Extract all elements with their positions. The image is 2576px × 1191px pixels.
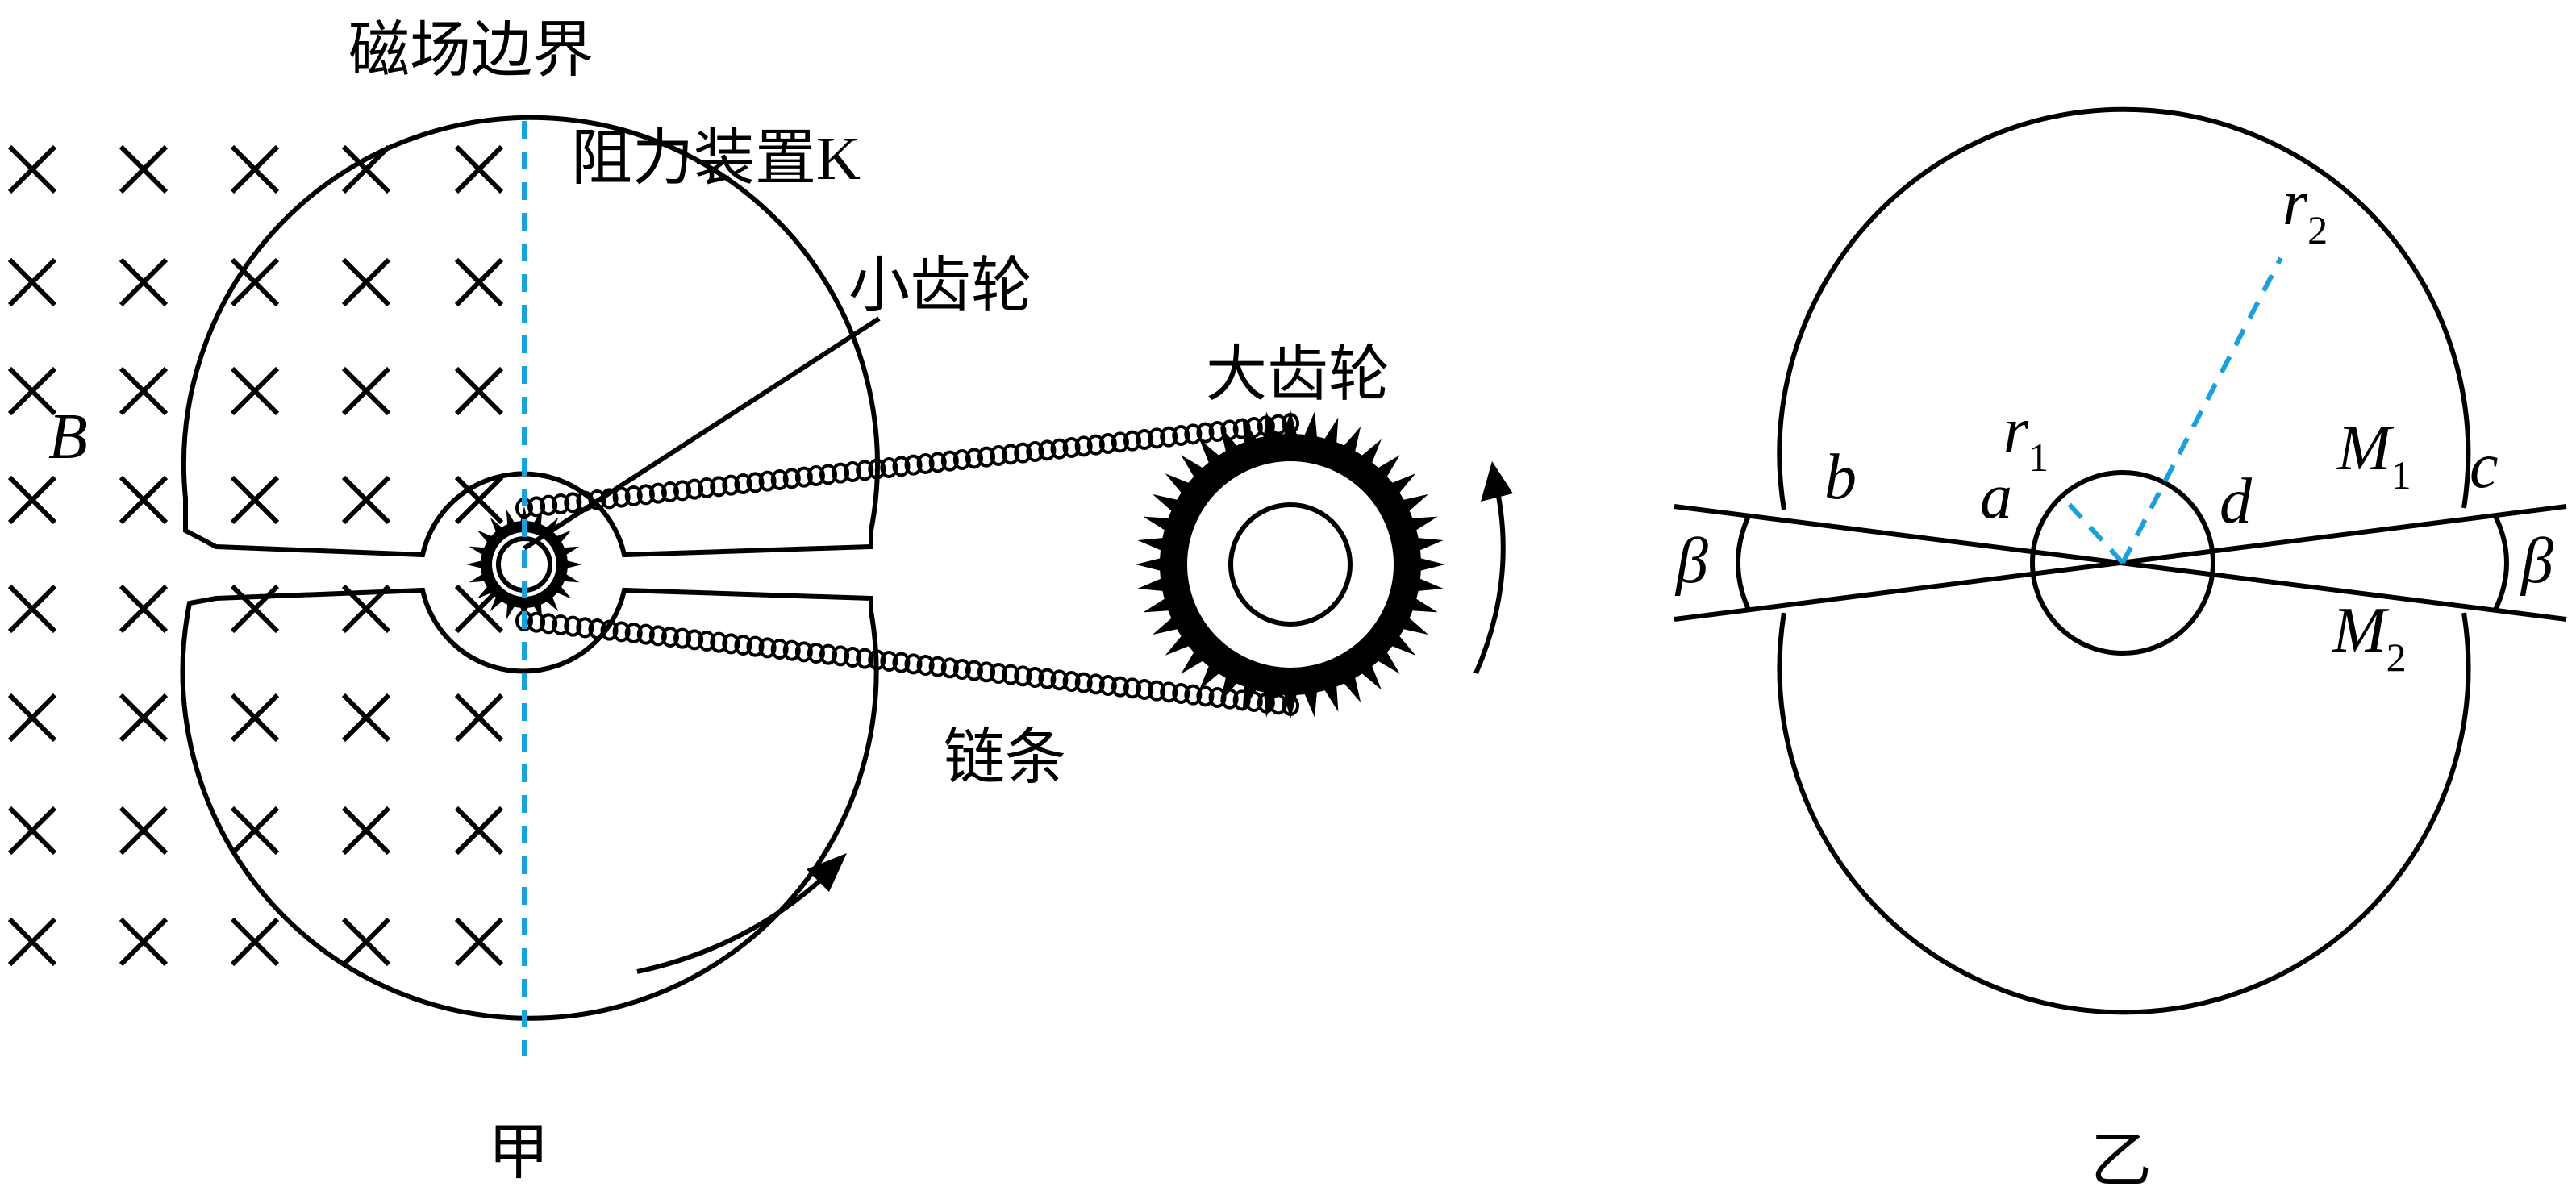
field-cross-icon: [230, 917, 280, 967]
field-label-B: B: [48, 402, 88, 473]
rotation-arrow-gear-icon: [1473, 461, 1513, 675]
field-cross-icon: [341, 475, 391, 525]
label-M1: M1: [2336, 413, 2411, 498]
figure-right: b a d c r1 r2 M1 M2 β β 乙: [1674, 106, 2567, 1191]
figure-right-caption: 乙: [2090, 1124, 2152, 1191]
field-cross-icon: [341, 806, 391, 856]
gear-tooth: [1417, 557, 1445, 572]
field-cross-icon: [454, 257, 504, 307]
label-c: c: [2470, 431, 2499, 502]
field-cross-icon: [230, 366, 280, 416]
field-cross-icon: [119, 693, 169, 743]
field-cross-icon: [7, 917, 57, 967]
field-cross-icon: [7, 806, 57, 856]
gear-tooth: [1136, 557, 1164, 572]
field-cross-icon: [454, 806, 504, 856]
magnetic-field-crosses: [7, 144, 504, 967]
field-cross-icon: [7, 257, 57, 307]
field-cross-icon: [7, 475, 57, 525]
field-cross-icon: [119, 806, 169, 856]
big-gear: [1136, 410, 1445, 719]
field-cross-icon: [454, 144, 504, 194]
field-cross-icon: [230, 257, 280, 307]
field-cross-icon: [454, 693, 504, 743]
disc-lower-arc: [1777, 612, 2471, 1015]
label-M2: M2: [2332, 595, 2407, 680]
small-gear-pointer: [523, 316, 881, 551]
figure-left-caption: 甲: [488, 1116, 549, 1188]
big-gear-face: [1187, 461, 1394, 668]
field-cross-icon: [230, 475, 280, 525]
label-b: b: [1824, 442, 1857, 513]
field-cross-icon: [119, 144, 169, 194]
label-beta-right: β: [2520, 526, 2553, 597]
field-cross-icon: [454, 366, 504, 416]
field-cross-icon: [119, 475, 169, 525]
chain-label: 链条: [944, 721, 1066, 793]
field-cross-icon: [454, 917, 504, 967]
label-beta-left: β: [1674, 526, 1708, 597]
angle-arc-right: [2493, 514, 2509, 611]
radius-r1-line: [2059, 493, 2125, 565]
field-cross-icon: [341, 693, 391, 743]
label-r2: r2: [2282, 168, 2328, 252]
field-cross-icon: [119, 366, 169, 416]
field-cross-icon: [230, 806, 280, 856]
field-cross-icon: [7, 693, 57, 743]
physics-diagram: 磁场边界 阻力装置K 小齿轮 大齿轮 链条 B 甲 b a d c r1 r2 …: [7, 14, 2567, 1191]
device-label: 阻力装置K: [571, 122, 861, 194]
field-cross-icon: [341, 257, 391, 307]
rotation-arrow-wheel-icon: [636, 853, 847, 974]
field-cross-icon: [119, 584, 169, 634]
field-cross-icon: [7, 584, 57, 634]
field-cross-icon: [341, 917, 391, 967]
big-gear-label: 大齿轮: [1206, 338, 1390, 410]
angle-arc-left: [1736, 514, 1751, 611]
small-gear-label: 小齿轮: [848, 249, 1032, 321]
label-d: d: [2220, 466, 2253, 537]
field-cross-icon: [230, 584, 280, 634]
field-cross-icon: [341, 366, 391, 416]
field-cross-icon: [119, 917, 169, 967]
field-cross-icon: [119, 257, 169, 307]
boundary-label: 磁场边界: [348, 14, 594, 85]
field-cross-icon: [230, 693, 280, 743]
field-cross-icon: [230, 144, 280, 194]
label-a: a: [1980, 461, 2012, 532]
figure-left: 磁场边界 阻力装置K 小齿轮 大齿轮 链条 B 甲: [7, 14, 1513, 1188]
field-cross-icon: [7, 144, 57, 194]
